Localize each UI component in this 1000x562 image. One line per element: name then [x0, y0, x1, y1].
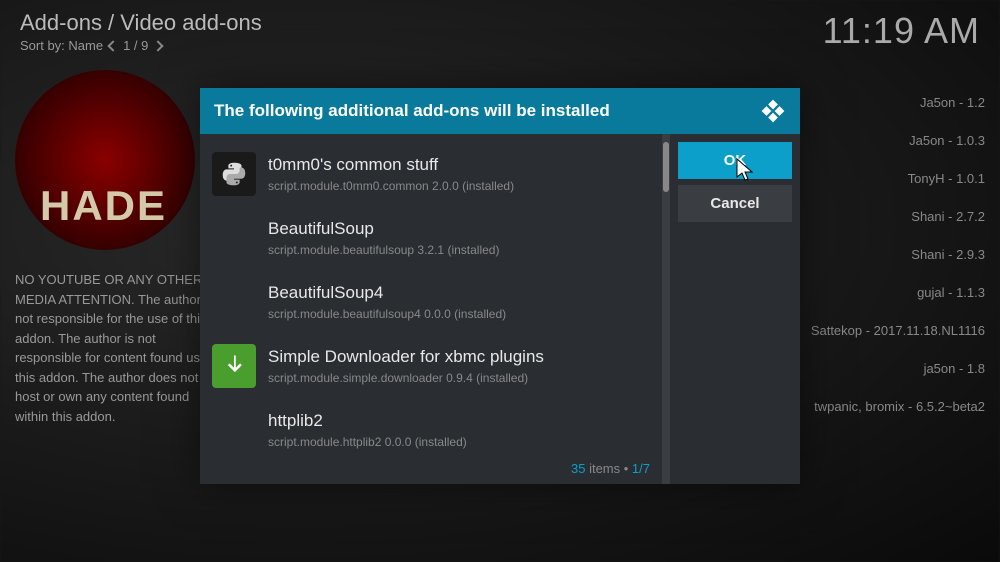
- dependency-detail: script.module.beautifulsoup 3.2.1 (insta…: [268, 243, 650, 257]
- list-item[interactable]: gujal - 1.1.3: [800, 285, 985, 300]
- blank-icon: [212, 280, 256, 324]
- dialog-buttons: OK Cancel: [670, 134, 800, 484]
- dependency-name: BeautifulSoup4: [268, 283, 650, 303]
- list-item[interactable]: Shani - 2.9.3: [800, 247, 985, 262]
- list-item[interactable]: Sattekop - 2017.11.18.NL1116: [800, 323, 985, 338]
- dependency-row[interactable]: BeautifulSoup script.module.beautifulsou…: [200, 206, 662, 270]
- cancel-button[interactable]: Cancel: [678, 185, 792, 222]
- list-item[interactable]: ja5on - 1.8: [800, 361, 985, 376]
- python-icon: [212, 152, 256, 196]
- dependency-name: BeautifulSoup: [268, 219, 650, 239]
- dependencies-list[interactable]: t0mm0's common stuff script.module.t0mm0…: [200, 134, 662, 484]
- clock: 11:19 AM: [823, 10, 980, 52]
- dependency-row[interactable]: BeautifulSoup4 script.module.beautifulso…: [200, 270, 662, 334]
- dialog-footer: 35 items • 1/7: [571, 461, 650, 476]
- dialog-title: The following additional add-ons will be…: [214, 101, 610, 121]
- list-item[interactable]: twpanic, bromix - 6.5.2~beta2: [800, 399, 985, 414]
- dependency-name: Simple Downloader for xbmc plugins: [268, 347, 650, 367]
- list-item[interactable]: Ja5on - 1.2: [800, 95, 985, 110]
- install-dependencies-dialog: The following additional add-ons will be…: [200, 88, 800, 484]
- dependency-row[interactable]: httplib2 script.module.httplib2 0.0.0 (i…: [200, 398, 662, 462]
- ok-button[interactable]: OK: [678, 142, 792, 179]
- addon-list: Ja5on - 1.2 Ja5on - 1.0.3 TonyH - 1.0.1 …: [800, 95, 985, 414]
- blank-icon: [212, 408, 256, 452]
- scroll-thumb[interactable]: [663, 142, 669, 192]
- blank-icon: [212, 216, 256, 260]
- sort-label: Sort by: Name: [20, 38, 103, 53]
- dependency-name: t0mm0's common stuff: [268, 155, 650, 175]
- dependency-detail: script.module.simple.downloader 0.9.4 (i…: [268, 371, 650, 385]
- dialog-header: The following additional add-ons will be…: [200, 88, 800, 134]
- list-item[interactable]: Shani - 2.7.2: [800, 209, 985, 224]
- dependency-name: httplib2: [268, 411, 650, 431]
- download-icon: [212, 344, 256, 388]
- addon-artwork: [15, 70, 195, 250]
- dependency-row[interactable]: t0mm0's common stuff script.module.t0mm0…: [200, 142, 662, 206]
- addon-description: NO YOUTUBE OR ANY OTHER MEDIA ATTENTION.…: [15, 270, 225, 426]
- scrollbar[interactable]: [662, 134, 670, 484]
- dialog-body: t0mm0's common stuff script.module.t0mm0…: [200, 134, 800, 484]
- dependency-row[interactable]: Simple Downloader for xbmc plugins scrip…: [200, 334, 662, 398]
- chevron-left-icon[interactable]: [107, 40, 118, 51]
- item-count: 35: [571, 461, 585, 476]
- item-count-label: items •: [585, 461, 631, 476]
- left-panel: NO YOUTUBE OR ANY OTHER MEDIA ATTENTION.…: [15, 70, 215, 426]
- kodi-logo-icon: [760, 98, 786, 124]
- chevron-right-icon[interactable]: [153, 40, 164, 51]
- header: Add-ons / Video add-ons Sort by: Name 1 …: [0, 0, 1000, 63]
- sort-by[interactable]: Sort by: Name 1 / 9: [20, 38, 262, 53]
- sort-position: 1 / 9: [123, 38, 148, 53]
- dependency-detail: script.module.beautifulsoup4 0.0.0 (inst…: [268, 307, 650, 321]
- page-indicator: 1/7: [632, 461, 650, 476]
- dependency-detail: script.module.httplib2 0.0.0 (installed): [268, 435, 650, 449]
- dependency-detail: script.module.t0mm0.common 2.0.0 (instal…: [268, 179, 650, 193]
- list-item[interactable]: TonyH - 1.0.1: [800, 171, 985, 186]
- breadcrumb[interactable]: Add-ons / Video add-ons: [20, 10, 262, 36]
- list-item[interactable]: Ja5on - 1.0.3: [800, 133, 985, 148]
